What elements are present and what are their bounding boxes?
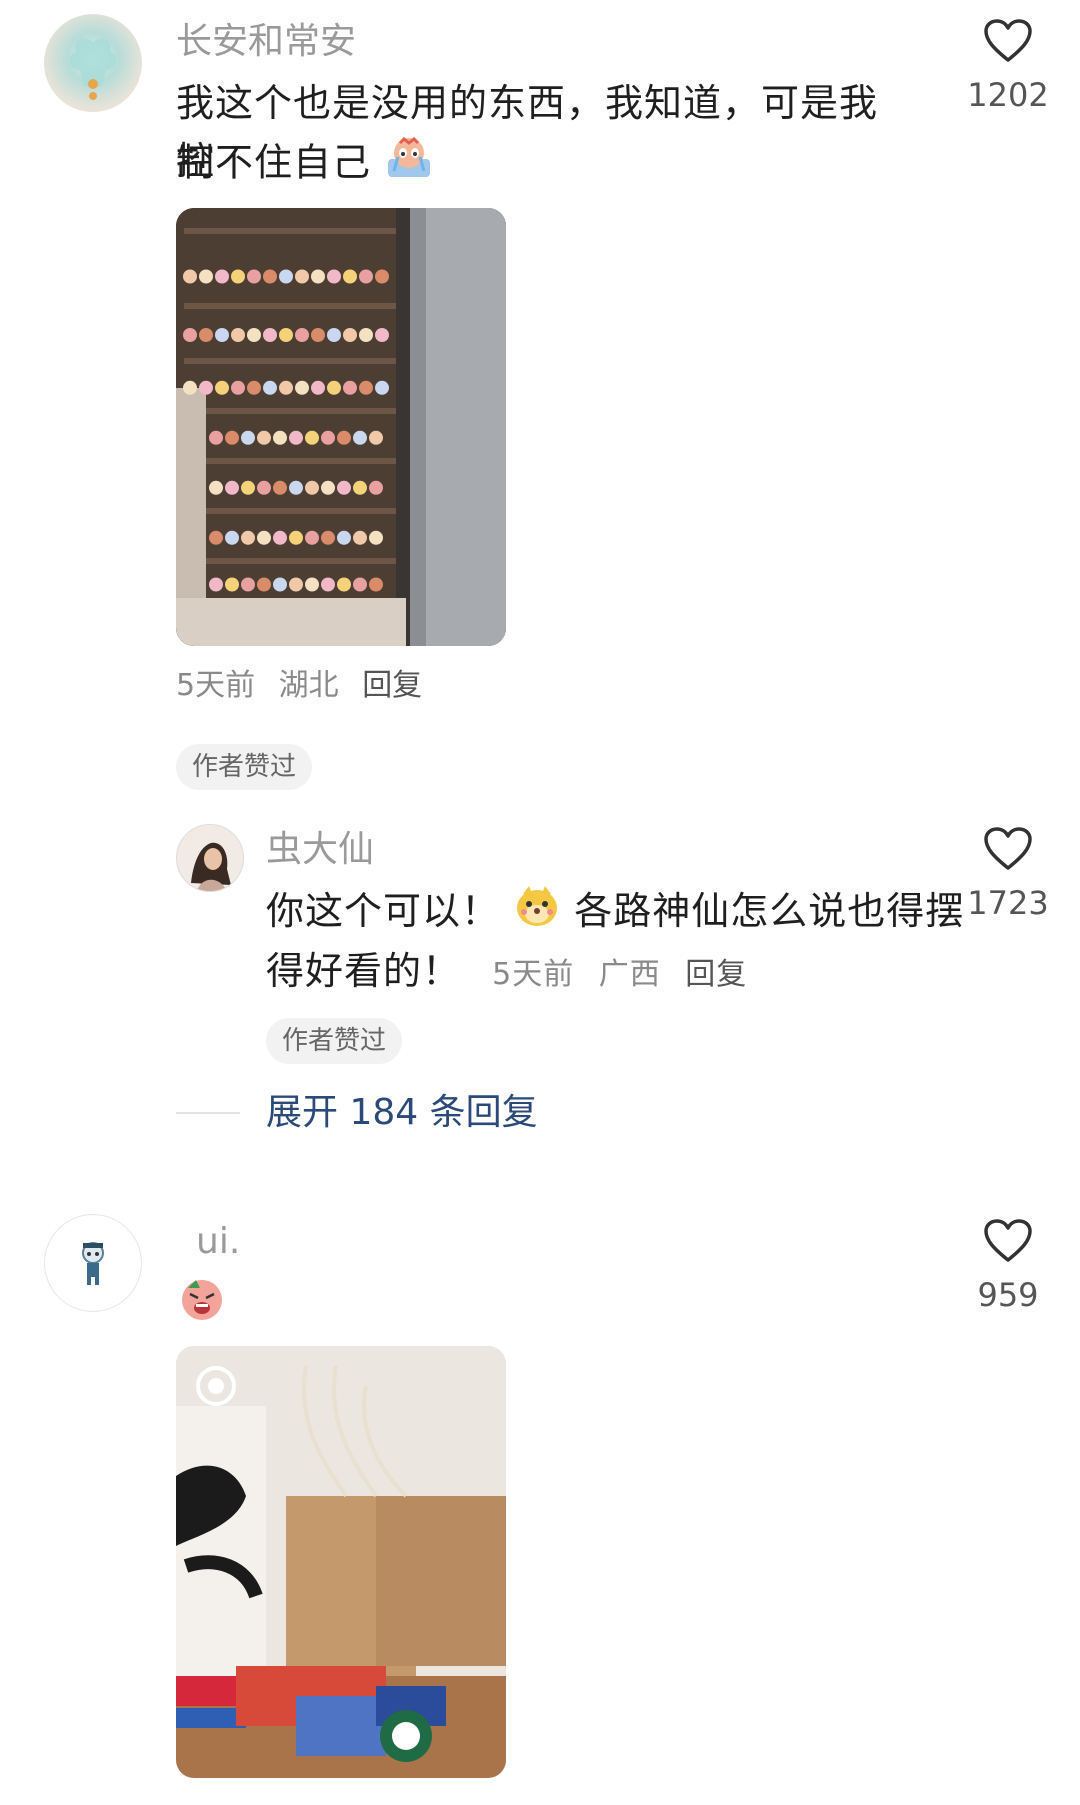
- reply-text-line1: 你这个可以！ 各路神仙怎么说也得摆: [266, 882, 964, 944]
- comment-image[interactable]: [176, 1346, 506, 1778]
- reply-time: 5天前: [492, 957, 575, 992]
- like-group[interactable]: 1202: [948, 18, 1068, 114]
- heart-icon[interactable]: [948, 18, 1068, 68]
- avatar[interactable]: [176, 824, 244, 892]
- reply-text: 你这个可以！: [266, 889, 501, 933]
- heart-icon[interactable]: [948, 1218, 1068, 1268]
- comment-text: 制不住自己: [176, 140, 372, 185]
- reply-button[interactable]: 回复: [362, 668, 422, 703]
- reply-text-line2: 得好看的！ 5天前 广西 回复: [266, 942, 761, 1000]
- author-liked-badge: 作者赞过: [266, 1018, 403, 1064]
- heart-icon[interactable]: [948, 826, 1068, 876]
- avatar[interactable]: [44, 1214, 142, 1312]
- comment-location: 湖北: [278, 668, 339, 703]
- comment-username[interactable]: 长安和常安: [176, 22, 356, 62]
- comment-username[interactable]: ui.: [196, 1222, 240, 1262]
- like-count: 1723: [967, 884, 1049, 922]
- like-count: 1202: [967, 76, 1049, 114]
- author-liked-badge: 作者赞过: [176, 744, 313, 790]
- like-count: 959: [977, 1276, 1039, 1314]
- comment-meta: 5天前 湖北 回复: [176, 668, 436, 704]
- avatar[interactable]: [44, 14, 142, 112]
- like-group[interactable]: 1723: [948, 826, 1068, 922]
- dog-emoji-icon: [513, 884, 561, 944]
- comment-image[interactable]: [176, 208, 506, 646]
- angry-emoji-icon: [178, 1274, 226, 1326]
- reply-text: 各路神仙怎么说也得摆: [574, 889, 965, 933]
- crying-emoji-icon: [384, 133, 434, 197]
- expand-replies-button[interactable]: 展开 184 条回复: [266, 1091, 538, 1135]
- reply-location: 广西: [598, 957, 661, 992]
- like-group[interactable]: 959: [948, 1218, 1068, 1314]
- reply-username[interactable]: 虫大仙: [266, 830, 374, 870]
- comment-text-line2: 制不住自己: [176, 133, 434, 197]
- expand-divider: [176, 1112, 240, 1114]
- reply-text: 得好看的！: [266, 949, 462, 993]
- reply-meta: 5天前 广西 回复: [492, 957, 761, 992]
- comment-time: 5天前: [176, 668, 256, 703]
- reply-button[interactable]: 回复: [685, 957, 747, 992]
